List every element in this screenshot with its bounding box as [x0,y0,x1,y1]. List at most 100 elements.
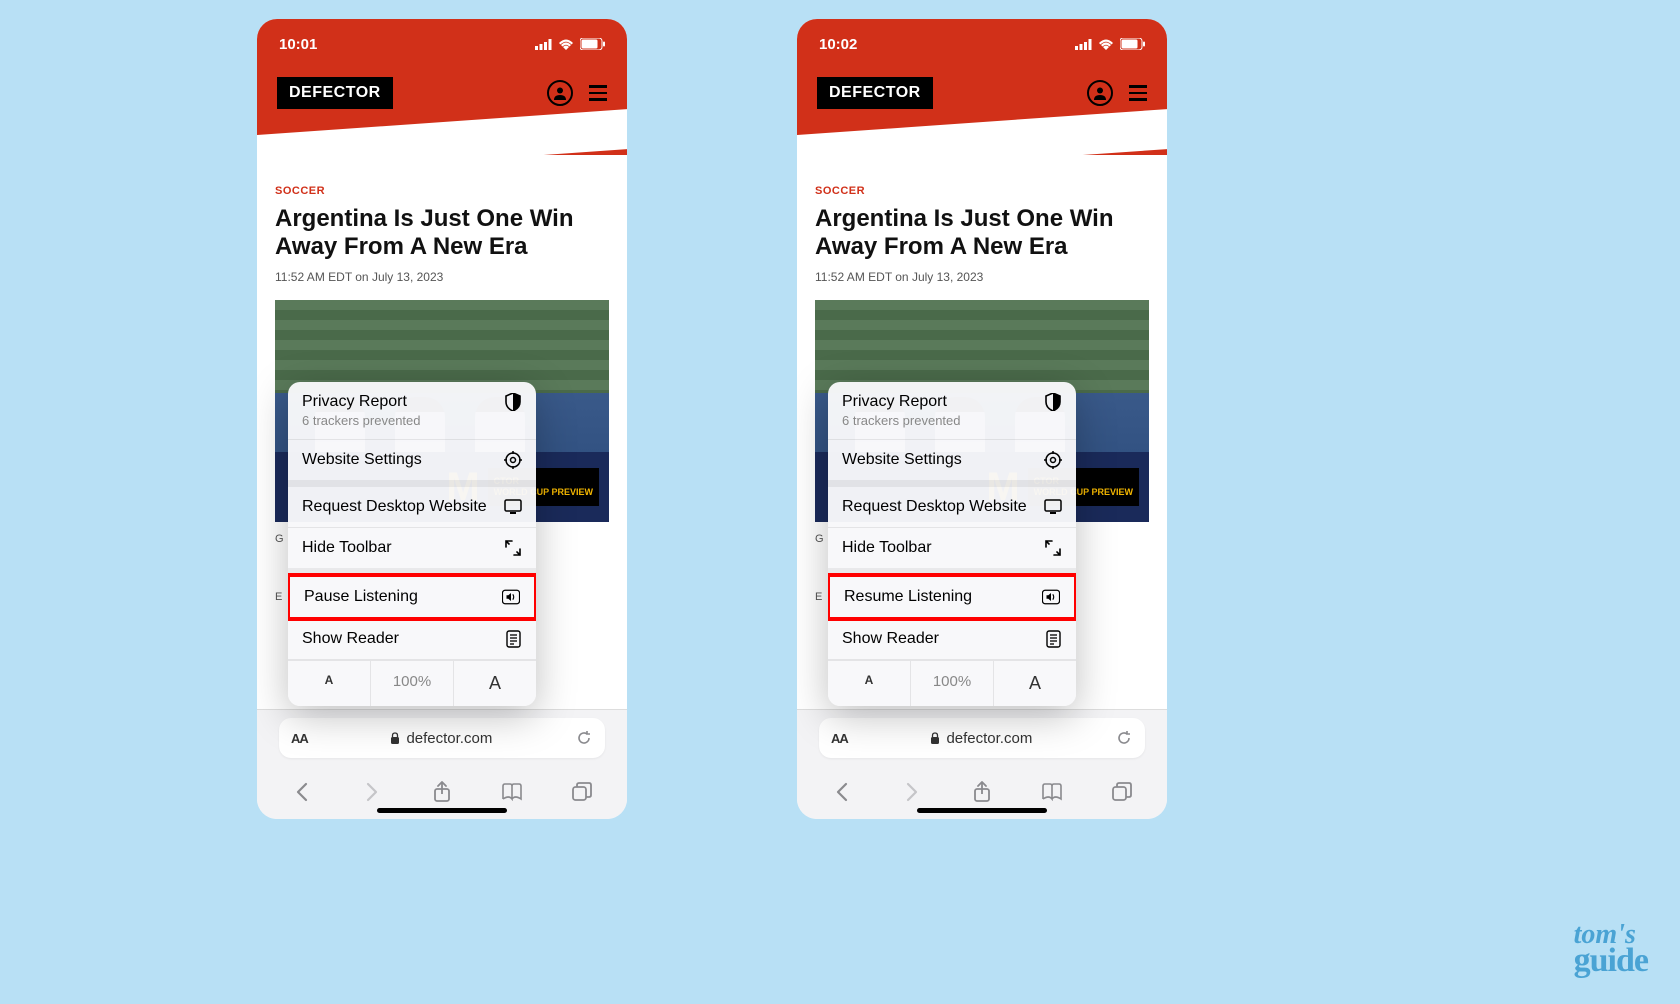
article-category[interactable]: SOCCER [275,185,609,197]
listening-label: Resume Listening [844,588,972,606]
privacy-report-sub: 6 trackers prevented [842,413,1062,428]
header-content: DEFECTOR [257,59,627,109]
speaker-icon [502,588,520,606]
safari-chrome: AA defector.com [797,709,1167,819]
speaker-icon [1042,588,1060,606]
battery-icon [1120,38,1145,50]
status-icons [1075,38,1145,50]
caption-e: E [275,591,282,603]
article-timestamp: 11:52 AM EDT on July 13, 2023 [275,270,609,284]
tabs-button[interactable] [1107,777,1137,807]
reader-icon [504,630,522,648]
lock-icon [390,732,400,745]
expand-icon [1044,539,1062,557]
url-bar[interactable]: AA defector.com [279,718,605,758]
profile-icon[interactable] [547,80,573,106]
bookmarks-button[interactable] [497,777,527,807]
url-bar[interactable]: AA defector.com [819,718,1145,758]
caption-g: G [815,533,824,545]
privacy-report-sub: 6 trackers prevented [302,413,522,428]
url-domain: defector.com [406,730,492,747]
watermark-line2: guide [1574,947,1648,976]
privacy-report-item[interactable]: Privacy Report 6 trackers prevented [288,382,536,440]
site-logo[interactable]: DEFECTOR [817,77,933,109]
show-reader-label: Show Reader [302,630,399,648]
tabs-button[interactable] [567,777,597,807]
hide-toolbar-item[interactable]: Hide Toolbar [288,528,536,575]
article-headline: Argentina Is Just One Win Away From A Ne… [815,205,1149,260]
zoom-in-button[interactable]: A [454,661,536,706]
caption-g: G [275,533,284,545]
request-desktop-label: Request Desktop Website [842,498,1027,516]
hide-toolbar-item[interactable]: Hide Toolbar [828,528,1076,575]
zoom-value[interactable]: 100% [910,661,994,706]
back-button[interactable] [827,777,857,807]
header-actions [1087,80,1147,106]
lock-icon [930,732,940,745]
reader-icon [1044,630,1062,648]
phone-pair: 10:01 DEFECTOR SOCCER Argentina I [257,19,1167,819]
forward-button[interactable] [357,777,387,807]
menu-icon[interactable] [1129,85,1147,101]
zoom-in-button[interactable]: A [994,661,1076,706]
privacy-report-item[interactable]: Privacy Report 6 trackers prevented [828,382,1076,440]
status-time: 10:02 [819,36,857,53]
show-reader-item[interactable]: Show Reader [828,619,1076,660]
url-display: defector.com [930,730,1032,747]
phone-left: 10:01 DEFECTOR SOCCER Argentina I [257,19,627,819]
site-header: 10:02 DEFECTOR [797,19,1167,155]
safari-chrome: AA defector.com [257,709,627,819]
shield-icon [504,393,522,411]
request-desktop-item[interactable]: Request Desktop Website [288,487,536,528]
bookmarks-button[interactable] [1037,777,1067,807]
request-desktop-label: Request Desktop Website [302,498,487,516]
wifi-icon [1098,39,1114,50]
reader-aa-button[interactable]: AA [291,731,308,746]
cellular-icon [1075,39,1092,50]
profile-icon[interactable] [1087,80,1113,106]
header-actions [547,80,607,106]
reader-aa-button[interactable]: AA [831,731,848,746]
zoom-value[interactable]: 100% [370,661,454,706]
site-logo[interactable]: DEFECTOR [277,77,393,109]
listening-item[interactable]: Pause Listening [288,573,536,621]
phone-right: 10:02 DEFECTOR SOCCER Argentina I [797,19,1167,819]
home-indicator[interactable] [917,808,1047,813]
status-time: 10:01 [279,36,317,53]
battery-icon [580,38,605,50]
website-settings-item[interactable]: Website Settings [828,440,1076,487]
forward-button[interactable] [897,777,927,807]
shield-icon [1044,393,1062,411]
show-reader-item[interactable]: Show Reader [288,619,536,660]
zoom-row: A 100% A [828,660,1076,706]
desktop-icon [504,498,522,516]
cellular-icon [535,39,552,50]
share-button[interactable] [427,777,457,807]
website-settings-item[interactable]: Website Settings [288,440,536,487]
reload-icon[interactable] [575,729,593,747]
back-button[interactable] [287,777,317,807]
gear-icon [1044,451,1062,469]
zoom-out-button[interactable]: A [288,661,370,706]
privacy-report-label: Privacy Report [842,393,947,411]
site-header: 10:01 DEFECTOR [257,19,627,155]
hide-toolbar-label: Hide Toolbar [842,539,932,557]
website-settings-label: Website Settings [302,451,422,469]
page-settings-menu: Privacy Report 6 trackers prevented Webs… [828,382,1076,706]
status-icons [535,38,605,50]
caption-e: E [815,591,822,603]
status-bar: 10:01 [257,19,627,59]
url-domain: defector.com [946,730,1032,747]
watermark: tom's guide [1574,923,1648,976]
request-desktop-item[interactable]: Request Desktop Website [828,487,1076,528]
article-category[interactable]: SOCCER [815,185,1149,197]
status-bar: 10:02 [797,19,1167,59]
share-button[interactable] [967,777,997,807]
reload-icon[interactable] [1115,729,1133,747]
listening-item[interactable]: Resume Listening [828,573,1076,621]
zoom-out-button[interactable]: A [828,661,910,706]
menu-icon[interactable] [589,85,607,101]
home-indicator[interactable] [377,808,507,813]
gear-icon [504,451,522,469]
hide-toolbar-label: Hide Toolbar [302,539,392,557]
